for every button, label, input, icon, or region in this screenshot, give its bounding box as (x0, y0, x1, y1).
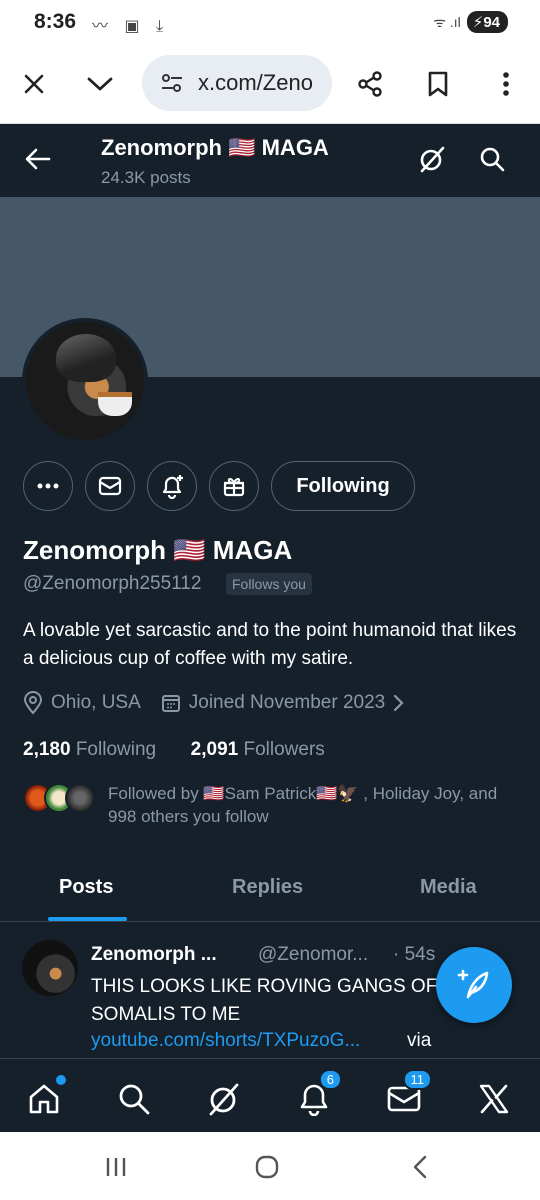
profile-name: Zenomorph 🇺🇸 MAGA (23, 535, 293, 565)
grok-icon[interactable] (412, 139, 452, 179)
site-settings-icon[interactable] (160, 72, 184, 94)
followers-label: Followers (243, 739, 325, 760)
follow-stats: 2,180 Following 2,091 Followers (23, 739, 325, 761)
battery-indicator: ⚡94 (466, 11, 508, 33)
following-button[interactable]: Following (271, 461, 415, 511)
x-logo-icon (479, 1084, 509, 1114)
follows-you-badge: Follows you (226, 573, 312, 595)
avatar-coffee-cup (98, 392, 132, 416)
notify-button[interactable] (147, 461, 197, 511)
bottom-navigation: 6 11 (0, 1058, 540, 1132)
home-circle-icon[interactable] (247, 1150, 287, 1184)
bell-plus-icon (162, 475, 183, 499)
tab-media[interactable]: Media (420, 876, 477, 899)
search-icon (119, 1084, 150, 1115)
recent-apps-icon[interactable] (96, 1150, 136, 1184)
following-stat[interactable]: 2,180 Following (23, 739, 156, 760)
tweet-via: via (407, 1030, 432, 1051)
feather-plus-icon (457, 969, 489, 999)
profile-joined[interactable]: Joined November 2023 (161, 692, 405, 714)
follower-avatar (65, 783, 95, 813)
search-icon[interactable] (472, 139, 512, 179)
tweet-avatar[interactable] (22, 940, 78, 996)
profile-avatar[interactable] (22, 318, 148, 444)
avatar-figure (56, 334, 116, 382)
status-bar: 8:36 〰 ▣ ⤓ ᯤ .ıl ⚡94 (0, 0, 540, 46)
following-label: Following (75, 739, 157, 760)
tweet-author-handle: @Zenomor... (258, 944, 369, 965)
bookmark-icon[interactable] (420, 66, 456, 102)
following-count: 2,180 (23, 739, 71, 760)
gift-icon (223, 477, 245, 497)
profile-tabs: Posts Replies Media (0, 860, 540, 922)
nav-grok[interactable] (202, 1077, 246, 1121)
chevron-down-icon[interactable] (82, 66, 118, 102)
notifications-badge: 6 (318, 1069, 342, 1090)
compose-post-button[interactable] (436, 947, 512, 1023)
location-pin-icon (23, 691, 43, 715)
calendar-icon (161, 695, 180, 712)
more-horizontal-icon (37, 483, 59, 489)
grok-icon (209, 1083, 239, 1116)
message-button[interactable] (85, 461, 135, 511)
followers-count: 2,091 (190, 739, 239, 760)
location-text: Ohio, USA (51, 692, 141, 713)
url-bar[interactable]: x.com/Zeno (142, 55, 332, 111)
more-vertical-icon[interactable] (488, 66, 524, 102)
battery-level: 94 (483, 14, 500, 31)
followers-stat[interactable]: 2,091 Followers (191, 739, 325, 760)
tab-posts[interactable]: Posts (59, 876, 113, 899)
home-icon (29, 1084, 59, 1114)
profile-location: Ohio, USA (23, 691, 141, 715)
back-icon[interactable] (400, 1150, 440, 1184)
nav-search[interactable] (112, 1077, 156, 1121)
tab-replies[interactable]: Replies (232, 876, 303, 899)
status-time: 8:36 (34, 10, 77, 33)
url-text: x.com/Zeno (198, 70, 313, 95)
nav-home[interactable] (22, 1075, 66, 1121)
nav-x-premium[interactable] (472, 1077, 516, 1121)
gift-button[interactable] (209, 461, 259, 511)
share-icon[interactable] (352, 66, 388, 102)
profile-meta: Ohio, USA Joined November 2023 (23, 691, 425, 715)
nav-messages[interactable]: 11 (382, 1069, 432, 1121)
close-tab-icon[interactable] (16, 66, 52, 102)
nav-notifications[interactable]: 6 (292, 1069, 342, 1121)
tweet-time: · 54s (393, 944, 436, 965)
header-post-count: 24.3K posts (101, 168, 191, 187)
home-unread-dot (56, 1075, 66, 1085)
messages-badge: 11 (402, 1069, 432, 1090)
tweet-author-name[interactable]: Zenomorph ... (91, 944, 217, 966)
wifi-signal-icon: ᯤ .ıl (433, 13, 461, 30)
envelope-icon (98, 476, 122, 496)
header-name: Zenomorph 🇺🇸 MAGA (101, 135, 329, 160)
system-navigation (0, 1132, 540, 1200)
status-notification-icons: 〰 ▣ ⤓ (92, 18, 170, 35)
joined-text: Joined November 2023 (188, 692, 386, 713)
active-tab-indicator (48, 917, 127, 921)
profile-handle: @Zenomorph255112 (23, 573, 202, 594)
chevron-right-icon (394, 694, 404, 712)
status-right: ᯤ .ıl ⚡94 (433, 11, 508, 33)
more-options-button[interactable] (23, 461, 73, 511)
browser-toolbar: x.com/Zeno (0, 46, 540, 124)
followed-by-text[interactable]: Followed by 🇺🇸Sam Patrick🇺🇸🦅 , Holiday J… (108, 782, 518, 828)
profile-header: Zenomorph 🇺🇸 MAGA 24.3K posts (0, 125, 540, 197)
tweet-link[interactable]: youtube.com/shorts/TXPuzoG... (91, 1030, 360, 1052)
profile-bio: A lovable yet sarcastic and to the point… (23, 620, 517, 669)
back-arrow-icon[interactable] (18, 139, 58, 179)
